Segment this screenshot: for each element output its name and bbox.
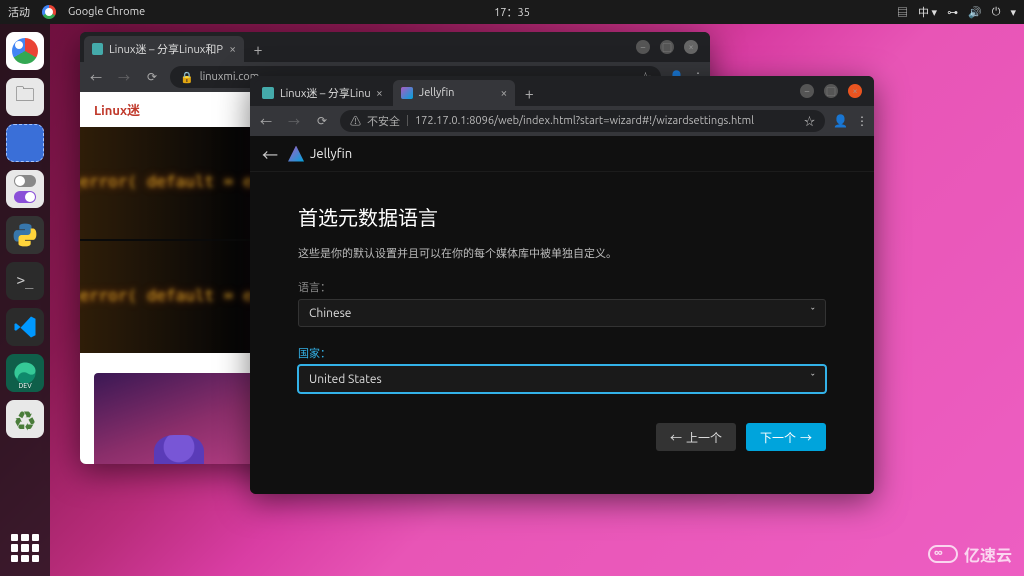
tab-title: Linux迷 – 分享Linux和Pyt <box>280 85 370 101</box>
next-label: 下一个 <box>760 429 796 446</box>
chrome-icon <box>12 38 38 64</box>
browser-window-jellyfin: Linux迷 – 分享Linux和Pyt × Jellyfin × + – ▢ … <box>250 76 874 494</box>
dock-terminal[interactable]: >_ <box>6 262 44 300</box>
tab-linuxmi[interactable]: Linux迷 – 分享Linux和Pyt × <box>84 36 244 62</box>
power-icon[interactable]: ⏻ <box>992 6 1001 19</box>
clock[interactable]: 17：35 <box>494 4 530 20</box>
tab-linuxmi[interactable]: Linux迷 – 分享Linux和Pyt × <box>254 80 391 106</box>
country-label: 国家： <box>298 345 826 361</box>
reload-button[interactable]: ⟳ <box>142 70 162 84</box>
lock-icon: 🔒 <box>180 71 194 84</box>
country-select[interactable]: United States ˇ <box>298 365 826 393</box>
vscode-icon <box>13 315 37 339</box>
dock-screenshot[interactable] <box>6 124 44 162</box>
watermark-text: 亿速云 <box>964 542 1012 566</box>
maximize-button[interactable]: ▢ <box>660 40 674 54</box>
close-button[interactable]: × <box>848 84 862 98</box>
network-icon[interactable]: ⊶ <box>947 6 958 19</box>
menu-chevron-icon[interactable]: ▾ <box>1010 6 1016 19</box>
insecure-label: 不安全 <box>367 113 400 129</box>
python-icon <box>12 222 38 248</box>
wizard-content: 首选元数据语言 这些是你的默认设置并且可以在你的每个媒体库中被单独自定义。 语言… <box>250 172 874 481</box>
edge-badge: DEV <box>18 382 31 390</box>
tray-app-icon[interactable]: ▤ <box>897 4 908 20</box>
dock-chrome[interactable] <box>6 32 44 70</box>
tab-title: Linux迷 – 分享Linux和Pyt <box>109 41 223 57</box>
forward-button[interactable]: → <box>284 113 304 130</box>
tab-bar: Linux迷 – 分享Linux和Pyt × Jellyfin × + – ▢ … <box>250 76 874 106</box>
chrome-icon <box>42 5 56 19</box>
dock-python[interactable] <box>6 216 44 254</box>
reload-button[interactable]: ⟳ <box>312 114 332 128</box>
activities-button[interactable]: 活动 <box>8 4 30 20</box>
cloud-icon <box>928 545 958 563</box>
wizard-description: 这些是你的默认设置并且可以在你的每个媒体库中被单独自定义。 <box>298 245 826 261</box>
tab-close-icon[interactable]: × <box>229 43 236 56</box>
top-panel: 活动 Google Chrome 17：35 ▤ 中 ▾ ⊶ 🔊 ⏻ ▾ <box>0 0 1024 24</box>
country-value: United States <box>309 373 382 386</box>
arrow-right-icon: → <box>800 429 812 446</box>
dock-files[interactable]: 🗀 <box>6 78 44 116</box>
wizard-heading: 首选元数据语言 <box>298 202 826 231</box>
url-text: 172.17.0.1:8096/web/index.html?start=wiz… <box>415 115 754 127</box>
tab-jellyfin[interactable]: Jellyfin × <box>393 80 515 106</box>
profile-icon[interactable]: 👤 <box>833 114 848 128</box>
insecure-icon: ⚠ <box>350 113 361 129</box>
article-card[interactable] <box>94 373 264 464</box>
active-app-label: Google Chrome <box>68 6 145 18</box>
dock-edge-dev[interactable]: DEV <box>6 354 44 392</box>
dock-gnome-tweaks[interactable] <box>6 170 44 208</box>
new-tab-button[interactable]: + <box>246 38 270 62</box>
toggle-icon <box>14 191 36 203</box>
toggle-icon <box>14 175 36 187</box>
back-button[interactable]: ← <box>86 69 106 86</box>
tab-title: Jellyfin <box>419 87 455 99</box>
watermark: 亿速云 <box>928 542 1012 566</box>
back-button[interactable]: ← <box>256 113 276 130</box>
jellyfin-logo[interactable]: Jellyfin <box>288 146 352 162</box>
minimize-button[interactable]: – <box>636 40 650 54</box>
star-icon[interactable]: ☆ <box>804 113 815 129</box>
ime-indicator[interactable]: 中 ▾ <box>918 4 937 20</box>
dock: 🗀 >_ DEV ♻ <box>0 24 50 576</box>
language-label: 语言： <box>298 279 826 295</box>
address-bar: ← → ⟳ ⚠ 不安全 | 172.17.0.1:8096/web/index.… <box>250 106 874 136</box>
previous-label: 上一个 <box>686 429 722 446</box>
menu-icon[interactable]: ⋮ <box>856 114 868 128</box>
forward-button[interactable]: → <box>114 69 134 86</box>
maximize-button[interactable]: ▢ <box>824 84 838 98</box>
tab-close-icon[interactable]: × <box>500 87 507 100</box>
volume-icon[interactable]: 🔊 <box>968 6 982 19</box>
arrow-left-icon: ← <box>670 429 682 446</box>
jellyfin-logo-icon <box>288 146 304 162</box>
previous-button[interactable]: ← 上一个 <box>656 423 736 451</box>
chevron-down-icon: ˇ <box>810 307 815 320</box>
favicon-icon <box>92 43 103 55</box>
jellyfin-back-button[interactable]: ← <box>262 142 278 166</box>
favicon-icon <box>262 87 274 99</box>
jellyfin-page: ← Jellyfin 首选元数据语言 这些是你的默认设置并且可以在你的每个媒体库… <box>250 136 874 494</box>
language-select[interactable]: Chinese ˇ <box>298 299 826 327</box>
url-input[interactable]: ⚠ 不安全 | 172.17.0.1:8096/web/index.html?s… <box>340 110 825 132</box>
jellyfin-header: ← Jellyfin <box>250 136 874 172</box>
favicon-icon <box>401 87 413 99</box>
tab-bar: Linux迷 – 分享Linux和Pyt × + – ▢ × <box>80 32 710 62</box>
minimize-button[interactable]: – <box>800 84 814 98</box>
chevron-down-icon: ˇ <box>810 373 815 386</box>
tab-close-icon[interactable]: × <box>376 87 383 100</box>
dock-trash[interactable]: ♻ <box>6 400 44 438</box>
new-tab-button[interactable]: + <box>517 82 541 106</box>
next-button[interactable]: 下一个 → <box>746 423 826 451</box>
dock-show-apps[interactable] <box>7 530 43 566</box>
dock-vscode[interactable] <box>6 308 44 346</box>
close-button[interactable]: × <box>684 40 698 54</box>
jellyfin-brand: Jellyfin <box>310 147 352 161</box>
language-value: Chinese <box>309 307 351 320</box>
